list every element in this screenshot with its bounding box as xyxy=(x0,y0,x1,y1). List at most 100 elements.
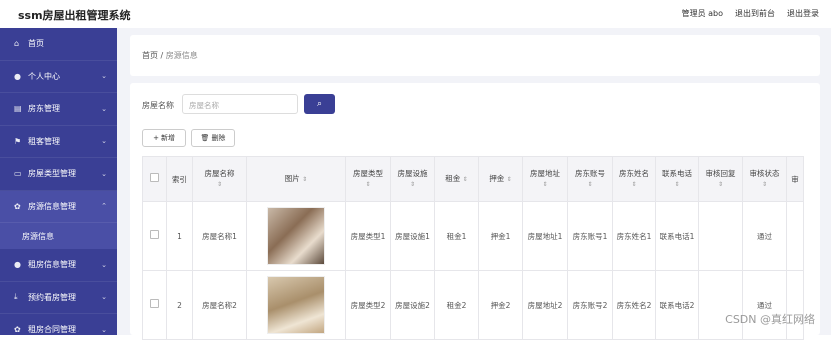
sidebar-item-listing-manage[interactable]: ✿ 房源信息管理 ⌃ xyxy=(0,190,117,223)
cell-reply xyxy=(698,201,743,271)
cell-owner: 房东姓名2 xyxy=(612,270,656,340)
cell-account: 房东账号1 xyxy=(567,201,613,271)
cell-status: 通过 xyxy=(742,201,787,271)
sidebar-item-label: 房东管理 xyxy=(28,104,60,114)
add-button-label: 新增 xyxy=(160,134,175,142)
cell-overflow xyxy=(786,270,804,340)
sidebar-item-label: 租房信息管理 xyxy=(28,260,76,270)
select-all-checkbox[interactable] xyxy=(150,173,159,182)
building-icon: ▤ xyxy=(14,104,22,114)
cell-account: 房东账号2 xyxy=(567,270,613,340)
column-header[interactable]: 房东姓名 ⇕ xyxy=(612,156,656,202)
sidebar-item-home[interactable]: ⌂ 首页 xyxy=(0,28,117,61)
sort-icon[interactable]: ⇕ xyxy=(393,179,432,190)
admin-user-label[interactable]: 管理员 abo xyxy=(682,8,723,19)
column-header[interactable]: 房屋名称 ⇕ xyxy=(192,156,247,202)
sidebar-item-rental-manage[interactable]: ● 租房信息管理 ⌄ xyxy=(0,249,117,282)
add-button[interactable]: + 新增 xyxy=(142,129,186,147)
cell-rent: 租金2 xyxy=(434,270,479,340)
exit-to-front-link[interactable]: 退出到前台 xyxy=(735,8,775,19)
sort-icon[interactable]: ⇕ xyxy=(525,179,565,190)
download-icon: ⤓ xyxy=(14,292,18,302)
house-thumbnail[interactable] xyxy=(267,207,325,265)
cell-address: 房屋地址1 xyxy=(522,201,568,271)
watermark: CSDN @真红网络 xyxy=(725,313,815,326)
column-header[interactable]: 房屋设施 ⇕ xyxy=(390,156,435,202)
table-header-row: 索引 房屋名称 ⇕ 图片 ⇕ 房屋类型 ⇕ 房屋设施 ⇕ 租金 ⇕ 押金 ⇕ 房屋地址… xyxy=(142,156,804,202)
sort-icon[interactable]: ⇕ xyxy=(302,176,307,183)
cell-facility: 房屋设施2 xyxy=(390,270,435,340)
table-row[interactable]: 2 房屋名称2 房屋类型2 房屋设施2 租金2 押金2 房屋地址2 房东账号2 … xyxy=(142,270,804,340)
cell-status: 通过 xyxy=(742,270,787,340)
chat-icon: ▭ xyxy=(14,169,22,179)
column-header[interactable]: 图片 ⇕ xyxy=(246,156,346,202)
breadcrumb-current: 房源信息 xyxy=(165,51,198,60)
sort-icon[interactable]: ⇕ xyxy=(658,179,696,190)
sort-icon[interactable]: ⇕ xyxy=(745,179,784,190)
sort-icon[interactable]: ⇕ xyxy=(570,179,610,190)
search-input[interactable]: 房屋名称 xyxy=(182,94,298,114)
sort-icon[interactable]: ⇕ xyxy=(615,179,653,190)
sidebar-item-viewing-manage[interactable]: ⤓ 预约看房管理 ⌄ xyxy=(0,282,117,314)
chevron-down-icon: ⌄ xyxy=(101,293,107,302)
app-title: ssm房屋出租管理系统 xyxy=(18,9,131,22)
top-bar: ssm房屋出租管理系统 管理员 abo 退出到前台 退出登录 xyxy=(0,0,831,29)
row-checkbox[interactable] xyxy=(150,299,159,308)
home-icon: ⌂ xyxy=(14,39,20,49)
sidebar-subitem-listing[interactable]: 房源信息 xyxy=(0,223,117,249)
sort-icon[interactable]: ⇕ xyxy=(507,176,512,183)
column-header[interactable]: 审核状态 ⇕ xyxy=(742,156,787,202)
cell-name: 房屋名称1 xyxy=(192,201,247,271)
cell-index: 2 xyxy=(166,270,193,340)
column-header[interactable]: 押金 ⇕ xyxy=(478,156,523,202)
column-header[interactable]: 联系电话 ⇕ xyxy=(655,156,699,202)
row-checkbox[interactable] xyxy=(150,230,159,239)
top-nav: 管理员 abo 退出到前台 退出登录 xyxy=(682,8,819,19)
column-header[interactable]: 租金 ⇕ xyxy=(434,156,479,202)
sort-icon[interactable]: ⇕ xyxy=(348,179,388,190)
logout-link[interactable]: 退出登录 xyxy=(787,8,819,19)
chevron-down-icon: ⌄ xyxy=(101,137,107,146)
chevron-up-icon: ⌃ xyxy=(101,202,107,211)
cell-name: 房屋名称2 xyxy=(192,270,247,340)
column-header[interactable]: 房屋类型 ⇕ xyxy=(345,156,391,202)
sidebar-item-profile[interactable]: ● 个人中心 ⌄ xyxy=(0,61,117,93)
house-thumbnail[interactable] xyxy=(267,276,325,334)
cell-deposit: 押金1 xyxy=(478,201,523,271)
sidebar-item-tenant[interactable]: ⚑ 租客管理 ⌄ xyxy=(0,126,117,158)
sidebar-item-house-type[interactable]: ▭ 房屋类型管理 ⌄ xyxy=(0,158,117,191)
chevron-down-icon: ⌄ xyxy=(101,260,107,269)
cell-index: 1 xyxy=(166,201,193,271)
cell-address: 房屋地址2 xyxy=(522,270,568,340)
row-select-cell[interactable] xyxy=(142,201,167,271)
plus-icon: + xyxy=(153,134,159,142)
breadcrumb-home[interactable]: 首页 xyxy=(142,51,158,60)
cell-image xyxy=(246,201,346,271)
row-select-cell[interactable] xyxy=(142,270,167,340)
column-header[interactable]: 索引 xyxy=(166,156,193,202)
search-button[interactable]: ⌕ xyxy=(304,94,335,114)
search-label: 房屋名称 xyxy=(142,101,174,110)
search-icon: ⌕ xyxy=(316,99,323,109)
column-header[interactable]: 房东账号 ⇕ xyxy=(567,156,613,202)
gear-icon: ✿ xyxy=(14,325,21,335)
chevron-down-icon: ⌄ xyxy=(101,325,107,334)
sort-icon[interactable]: ⇕ xyxy=(701,179,740,190)
delete-button[interactable]: 🗑 删除 xyxy=(191,129,235,147)
table-row[interactable]: 1 房屋名称1 房屋类型1 房屋设施1 租金1 押金1 房屋地址1 房东账号1 … xyxy=(142,201,804,271)
listing-table: 索引 房屋名称 ⇕ 图片 ⇕ 房屋类型 ⇕ 房屋设施 ⇕ 租金 ⇕ 押金 ⇕ 房屋地址… xyxy=(142,156,804,340)
sort-icon[interactable]: ⇕ xyxy=(195,179,244,190)
breadcrumb: 首页 / 房源信息 xyxy=(142,50,198,61)
column-header[interactable]: 房屋地址 ⇕ xyxy=(522,156,568,202)
sidebar-item-contract-manage[interactable]: ✿ 租房合同管理 ⌄ xyxy=(0,314,117,347)
trash-icon: 🗑 xyxy=(200,134,210,142)
sidebar-item-label: 首页 xyxy=(28,39,44,49)
select-all-cell[interactable] xyxy=(142,156,167,202)
sidebar-item-landlord[interactable]: ▤ 房东管理 ⌄ xyxy=(0,93,117,126)
delete-button-label: 删除 xyxy=(211,134,226,142)
cell-overflow xyxy=(786,201,804,271)
sidebar-item-label: 租客管理 xyxy=(28,136,60,146)
column-header[interactable]: 审核回复 ⇕ xyxy=(698,156,743,202)
sort-icon[interactable]: ⇕ xyxy=(463,176,468,183)
column-header[interactable]: 审 xyxy=(786,156,804,202)
